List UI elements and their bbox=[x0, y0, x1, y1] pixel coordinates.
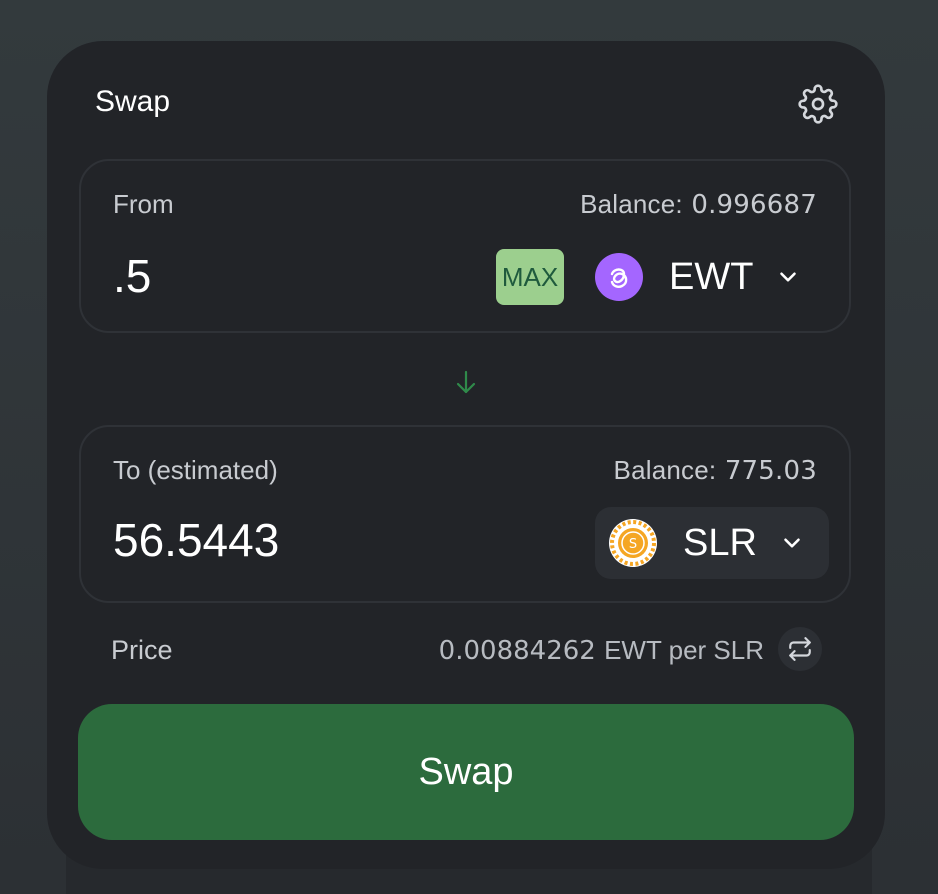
to-panel: To (estimated) Balance: 775.03 S SLR bbox=[79, 425, 851, 603]
swap-button[interactable]: Swap bbox=[78, 704, 854, 840]
price-unit: EWT per SLR bbox=[604, 635, 764, 665]
to-token-select[interactable]: S SLR bbox=[595, 507, 829, 579]
arrow-down-icon bbox=[453, 367, 479, 397]
from-balance: Balance: 0.996687 bbox=[580, 189, 817, 220]
solarcoin-token-icon: S bbox=[609, 519, 657, 567]
swap-arrows-icon[interactable] bbox=[778, 627, 822, 671]
to-balance-label: Balance: bbox=[613, 455, 717, 485]
energy-web-token-icon bbox=[595, 253, 643, 301]
to-label: To (estimated) bbox=[113, 455, 278, 485]
card-title: Swap bbox=[95, 85, 171, 118]
swap-card: Swap From Balance: 0.996687 MAX EWT bbox=[47, 41, 885, 869]
price-number: 0.00884262 bbox=[438, 636, 596, 666]
max-button[interactable]: MAX bbox=[496, 249, 564, 305]
gear-icon[interactable] bbox=[795, 81, 841, 127]
from-token-select[interactable]: EWT bbox=[595, 247, 823, 307]
from-token-symbol: EWT bbox=[669, 255, 754, 298]
svg-text:S: S bbox=[629, 537, 637, 552]
to-balance-value: 775.03 bbox=[724, 456, 817, 486]
to-token-symbol: SLR bbox=[683, 521, 757, 564]
from-label: From bbox=[113, 189, 174, 219]
to-balance: Balance: 775.03 bbox=[614, 455, 817, 486]
from-balance-value: 0.996687 bbox=[691, 190, 817, 220]
price-label: Price bbox=[111, 635, 173, 665]
chevron-down-icon bbox=[779, 530, 805, 556]
from-amount-input[interactable] bbox=[113, 249, 413, 303]
chevron-down-icon bbox=[775, 264, 801, 290]
from-balance-label: Balance: bbox=[580, 189, 683, 219]
price-value: 0.00884262 EWT per SLR bbox=[439, 635, 764, 666]
from-panel: From Balance: 0.996687 MAX EWT bbox=[79, 159, 851, 333]
to-amount-input[interactable] bbox=[113, 513, 413, 567]
